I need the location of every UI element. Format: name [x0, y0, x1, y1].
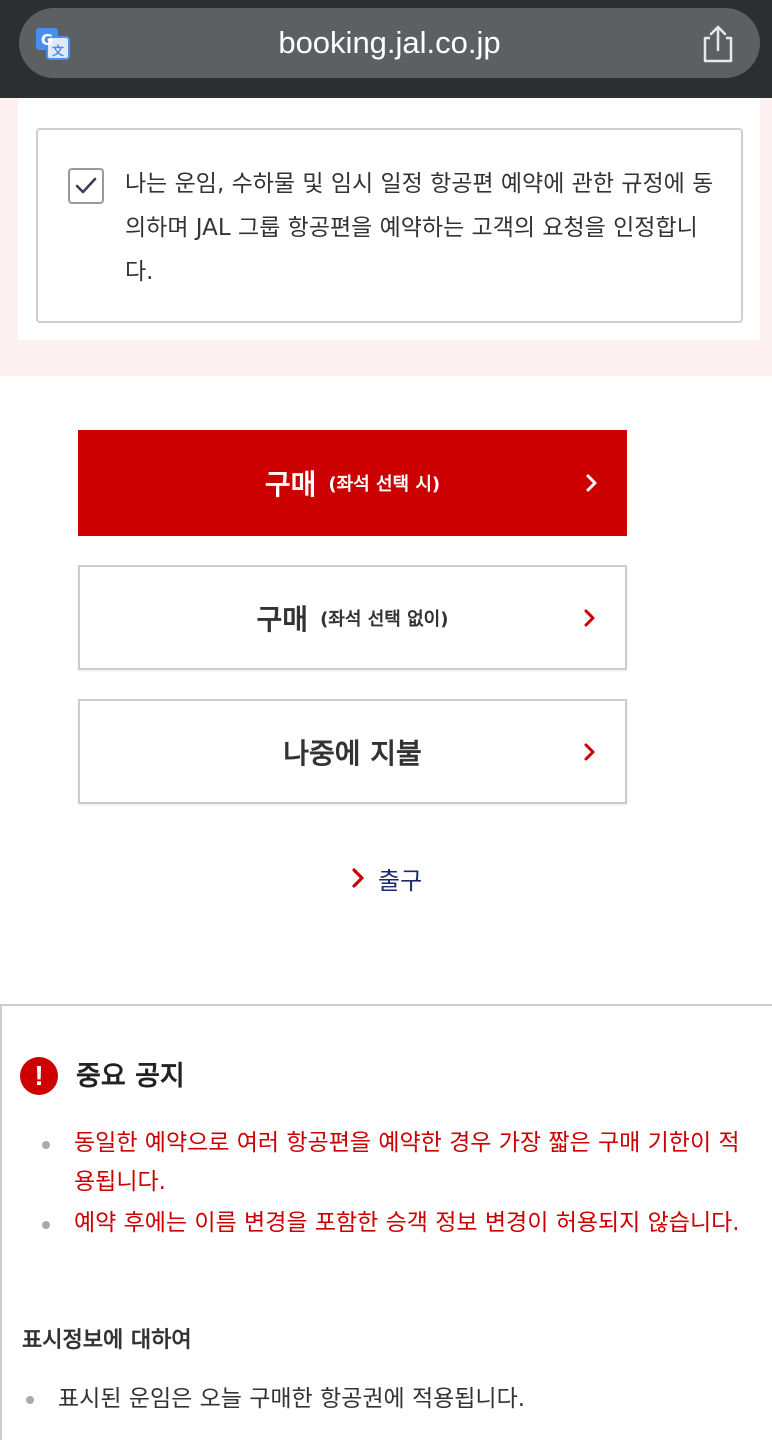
chevron-right-icon	[584, 743, 595, 760]
consent-section: 나는 운임, 수하물 및 임시 일정 항공편 예약에 관한 규정에 동의하며 J…	[0, 98, 772, 376]
bullet-icon	[42, 1221, 50, 1229]
consent-label[interactable]: 나는 운임, 수하물 및 임시 일정 항공편 예약에 관한 규정에 동의하며 J…	[125, 162, 715, 294]
consent-container: 나는 운임, 수하물 및 임시 일정 항공편 예약에 관한 규정에 동의하며 J…	[18, 98, 760, 340]
consent-box: 나는 운임, 수하물 및 임시 일정 항공편 예약에 관한 규정에 동의하며 J…	[36, 128, 743, 323]
svg-text:文: 文	[52, 43, 65, 58]
notice-item: 예약 후에는 이름 변경을 포함한 승객 정보 변경이 허용되지 않습니다.	[74, 1210, 740, 1236]
pay-later-button[interactable]: 나중에 지불	[78, 699, 627, 804]
purchase-with-seat-button[interactable]: 구매 (좌석 선택 시)	[78, 430, 627, 536]
url-text[interactable]: booking.jal.co.jp	[19, 8, 760, 78]
browser-toolbar: booking.jal.co.jp G 文	[0, 0, 772, 98]
bullet-icon	[26, 1396, 34, 1404]
translate-icon[interactable]: G 文	[35, 27, 71, 61]
display-info-title: 표시정보에 대하여	[22, 1328, 192, 1353]
purchase-without-seat-button[interactable]: 구매 (좌석 선택 없이)	[78, 565, 627, 670]
chevron-right-icon	[586, 474, 597, 492]
important-notice-panel: ! 중요 공지 동일한 예약으로 여러 항공편을 예약한 경우 가장 짧은 구매…	[0, 1004, 772, 1440]
consent-checkbox[interactable]	[68, 168, 104, 204]
button-label: 구매	[256, 602, 309, 636]
alert-icon: !	[20, 1057, 58, 1095]
notice-title: 중요 공지	[76, 1061, 185, 1092]
chevron-right-icon	[352, 868, 364, 888]
button-sublabel: (좌석 선택 시)	[328, 474, 441, 495]
button-sublabel: (좌석 선택 없이)	[320, 608, 449, 630]
checkmark-icon	[75, 177, 97, 194]
bullet-icon	[42, 1141, 50, 1149]
share-icon[interactable]	[700, 24, 736, 64]
display-info-item: 표시된 운임은 오늘 구매한 항공권에 적용됩니다.	[58, 1386, 526, 1412]
notice-item: 동일한 예약으로 여러 항공편을 예약한 경우 가장 짧은 구매 기한이 적용됩…	[74, 1130, 740, 1195]
chevron-right-icon	[584, 609, 595, 626]
button-label: 나중에 지불	[283, 736, 422, 770]
button-label: 구매	[264, 468, 317, 501]
exit-link[interactable]: 출구	[350, 858, 422, 898]
address-bar[interactable]: booking.jal.co.jp G 文	[19, 8, 760, 78]
exit-label[interactable]: 출구	[378, 861, 422, 896]
